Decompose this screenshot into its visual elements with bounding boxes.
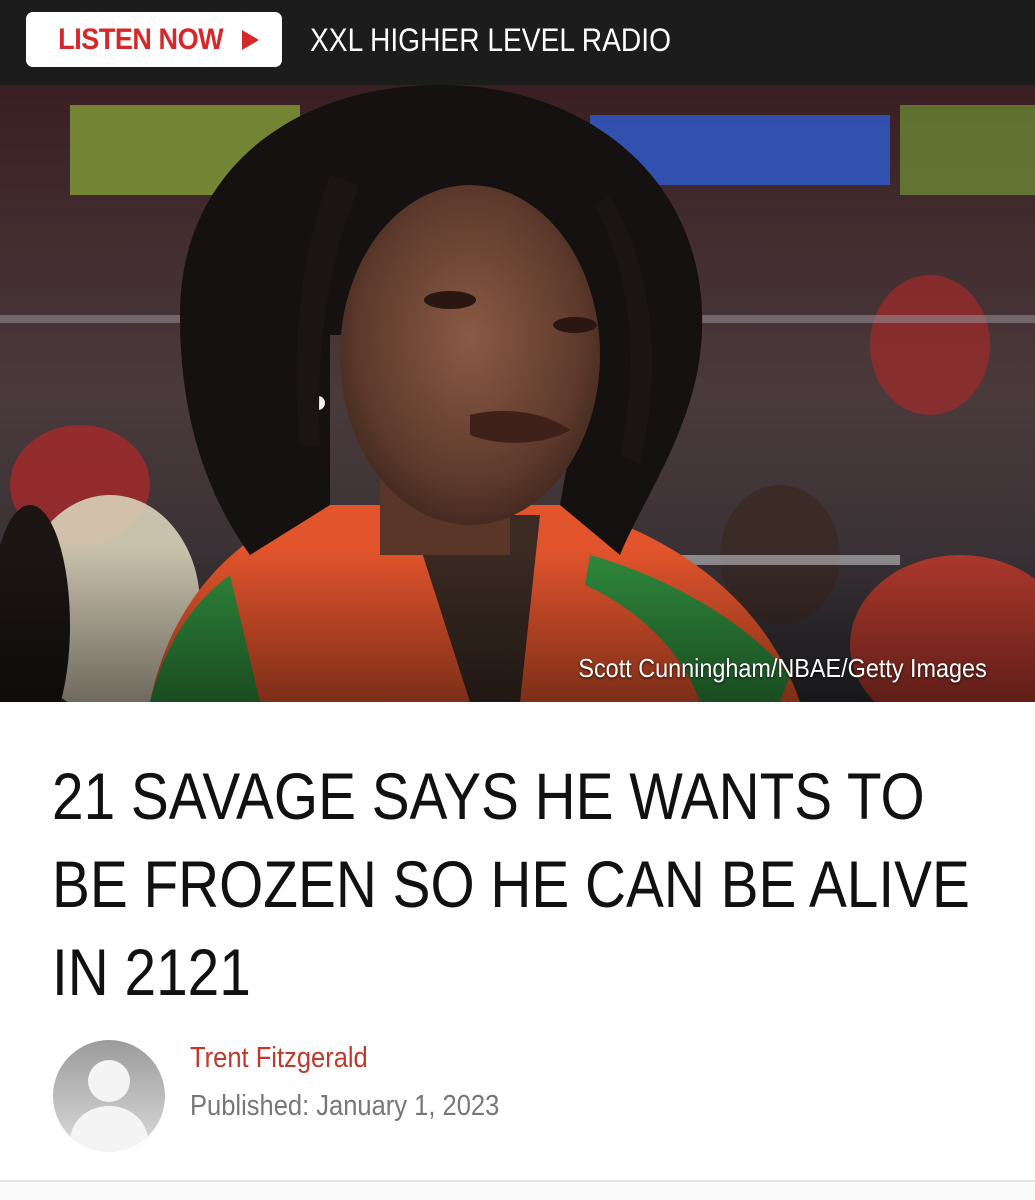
listen-now-button[interactable]: LISTEN NOW xyxy=(26,12,282,67)
radio-station-name[interactable]: XXL HIGHER LEVEL RADIO xyxy=(310,22,671,59)
listen-now-label: LISTEN NOW xyxy=(57,22,223,56)
hero-photo: Scott Cunningham/NBAE/Getty Images xyxy=(0,85,1035,702)
author-name-link[interactable]: Trent Fitzgerald xyxy=(190,1042,368,1075)
play-icon xyxy=(242,29,260,50)
author-avatar-icon[interactable] xyxy=(53,1040,165,1152)
content-divider xyxy=(0,1180,1035,1200)
hero-photo-illustration xyxy=(0,85,1035,702)
article-headline: 21 SAVAGE SAYS HE WANTS TO BE FROZEN SO … xyxy=(52,759,970,1009)
photo-credit: Scott Cunningham/NBAE/Getty Images xyxy=(578,653,987,683)
radio-bar: LISTEN NOW XXL HIGHER LEVEL RADIO xyxy=(0,0,1035,85)
publish-date: Published: January 1, 2023 xyxy=(190,1090,500,1122)
